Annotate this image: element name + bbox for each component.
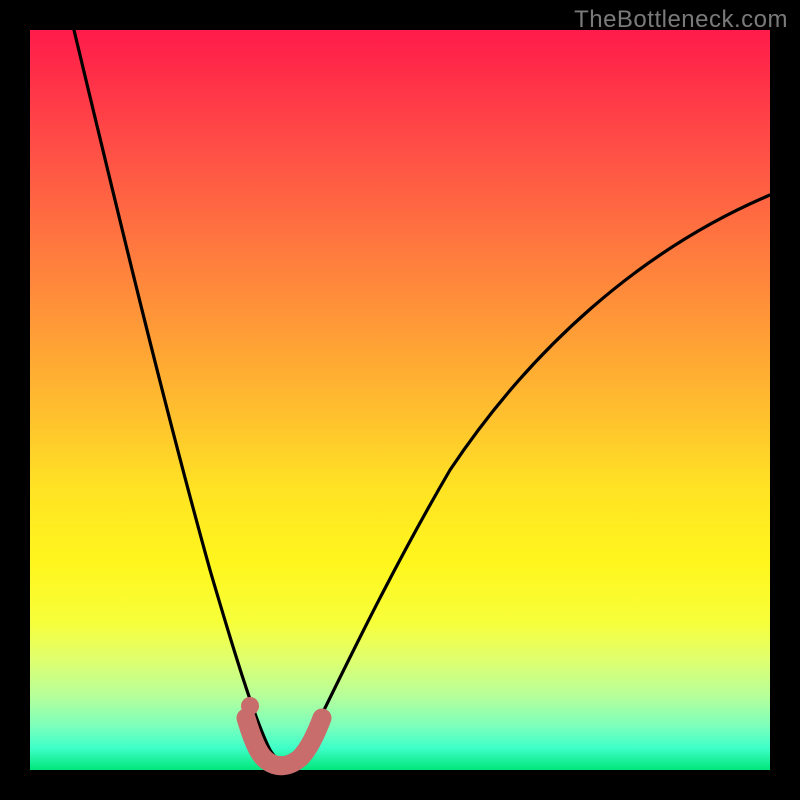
highlight-dot-icon — [241, 697, 259, 715]
bottleneck-curve — [74, 30, 770, 763]
watermark-text: TheBottleneck.com — [574, 6, 788, 34]
bottleneck-minimum-band — [246, 718, 322, 766]
chart-svg — [30, 30, 770, 770]
chart-area — [30, 30, 770, 770]
